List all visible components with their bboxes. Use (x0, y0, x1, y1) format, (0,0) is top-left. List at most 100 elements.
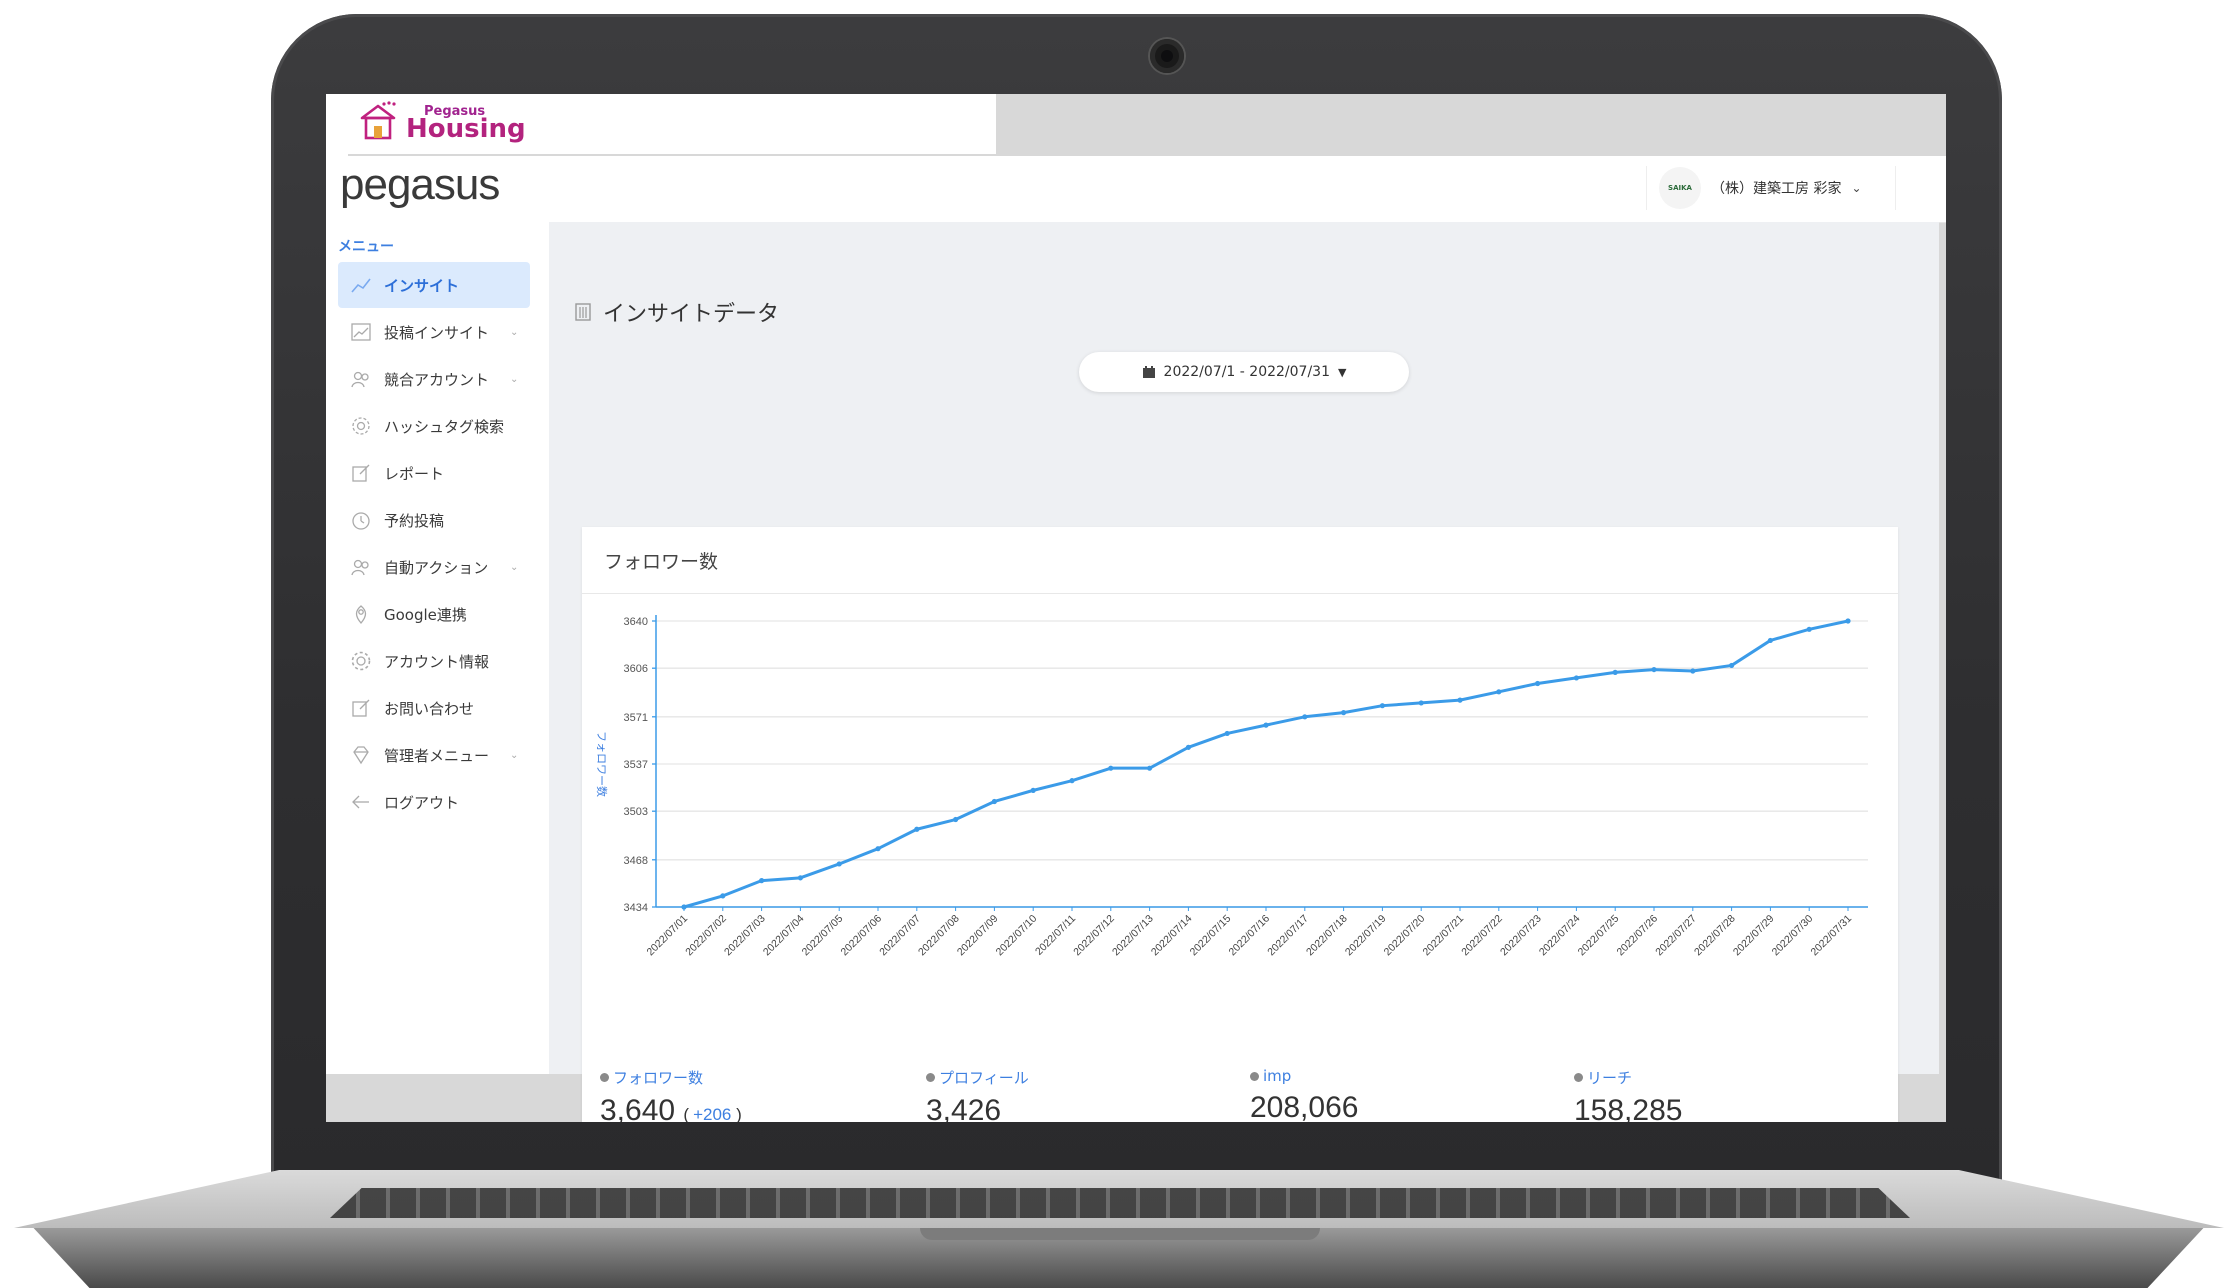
chevron-down-icon: ⌄ (510, 749, 519, 761)
stat-followers: フォロワー数 3,640 (+206 ) (600, 1067, 742, 1122)
sidebar-item-2[interactable]: 競合アカウント ⌄ (338, 356, 530, 402)
stat-followers-delta: +206 (693, 1105, 732, 1122)
sidebar-item-1[interactable]: 投稿インサイト ⌄ (338, 309, 530, 355)
sidebar-item-8[interactable]: アカウント情報 (338, 638, 530, 684)
data-point (1379, 703, 1385, 709)
webcam-icon (1150, 39, 1184, 73)
sidebar-item-label: レポート (384, 464, 445, 483)
calendar-icon (1142, 366, 1155, 378)
date-range-text: 2022/07/1 - 2022/07/31 (1163, 364, 1330, 380)
edit-icon (350, 697, 372, 719)
page-title-text: インサイトデータ (603, 302, 780, 327)
data-point (1573, 675, 1579, 681)
line-chart-icon (350, 274, 372, 296)
sidebar-item-label: 管理者メニュー (384, 746, 490, 765)
sidebar-item-4[interactable]: レポート (338, 450, 530, 496)
data-point (1418, 700, 1424, 706)
stat-imp-value: 208,066 (1250, 1091, 1359, 1122)
chevron-down-icon: ⌄ (510, 326, 519, 338)
account-menu[interactable]: SAIKA （株）建築工房 彩家 ⌄ (1646, 166, 1896, 210)
caret-down-icon: ▼ (1337, 365, 1347, 379)
data-point (1302, 714, 1308, 720)
sidebar-item-11[interactable]: ログアウト (338, 779, 530, 825)
data-point (681, 904, 687, 910)
stat-imp-label: imp (1250, 1067, 1358, 1085)
sidebar-item-0[interactable]: インサイト (338, 262, 530, 308)
laptop-screen: Pegasus Housing pegasus SAIKA （株）建築工房 彩家… (326, 94, 1946, 1122)
data-point (836, 861, 842, 867)
pegasus-housing-logo: Pegasus Housing (346, 94, 996, 154)
x-tick-label: 2022/07/29 (1731, 913, 1777, 959)
x-tick-label: 2022/07/19 (1343, 913, 1389, 959)
data-point (1612, 669, 1618, 675)
data-point (1030, 787, 1036, 793)
chevron-down-icon: ⌄ (1851, 181, 1862, 195)
data-point (720, 893, 726, 899)
y-tick-label: 3503 (624, 806, 648, 818)
stat-reach-label-text: リーチ (1587, 1069, 1633, 1087)
x-tick-label: 2022/07/03 (722, 913, 768, 959)
x-tick-label: 2022/07/13 (1110, 913, 1156, 959)
sidebar-menu: インサイト 投稿インサイト ⌄ 競合アカウント ⌄ ハッシュタグ検索レポート予約投稿 自動ア… (338, 262, 530, 826)
chart-icon (350, 321, 372, 343)
data-point (1845, 618, 1851, 624)
avatar: SAIKA (1659, 167, 1701, 209)
x-tick-label: 2022/07/26 (1614, 913, 1660, 959)
x-tick-label: 2022/07/12 (1071, 913, 1117, 959)
x-tick-label: 2022/07/07 (877, 913, 923, 959)
data-point (953, 816, 959, 823)
info-icon (1250, 1071, 1259, 1081)
x-tick-label: 2022/07/14 (1149, 913, 1195, 959)
laptop-keyboard (330, 1188, 1910, 1218)
x-tick-label: 2022/07/27 (1653, 913, 1699, 959)
sidebar: メニュー インサイト 投稿インサイト ⌄ 競合アカウント ⌄ ハッシュタグ検索 レポート 予約… (326, 222, 549, 1074)
timer-icon (350, 509, 372, 531)
page-title: インサイトデータ (573, 296, 779, 328)
data-point (797, 875, 803, 881)
x-tick-label: 2022/07/09 (955, 913, 1001, 959)
stat-followers-label: フォロワー数 (600, 1067, 742, 1088)
data-point (759, 878, 765, 884)
app-header: pegasus SAIKA （株）建築工房 彩家 ⌄ (326, 156, 1946, 223)
house-logo-icon (360, 101, 396, 140)
y-tick-label: 3434 (624, 902, 648, 914)
stat-imp: imp 208,066 (1250, 1067, 1358, 1122)
x-tick-label: 2022/07/02 (683, 913, 729, 959)
building-icon (575, 303, 591, 321)
users-icon (350, 368, 372, 390)
sidebar-item-label: Google連携 (384, 605, 467, 624)
sidebar-item-3[interactable]: ハッシュタグ検索 (338, 403, 530, 449)
brand-logo[interactable]: pegasus (340, 160, 500, 210)
date-range-picker[interactable]: 2022/07/1 - 2022/07/31 ▼ (1079, 352, 1409, 392)
follower-chart-card: フォロワー数 3434 3468 3503 3537 3571 3606 3640 フォロワー… (582, 527, 1898, 1122)
sidebar-item-6[interactable]: 自動アクション ⌄ (338, 544, 530, 590)
data-point (1535, 680, 1541, 687)
logout-icon (350, 791, 372, 813)
edit-icon (350, 462, 372, 484)
data-point (991, 798, 997, 805)
info-icon (600, 1073, 609, 1082)
x-tick-label: 2022/07/23 (1498, 913, 1544, 959)
data-point (1069, 778, 1075, 784)
x-tick-label: 2022/07/25 (1576, 913, 1622, 959)
data-point (1651, 666, 1657, 673)
stats-row: フォロワー数 3,640 (+206 ) プロフィール 3,426 imp 20… (600, 1067, 1880, 1122)
card-header: フォロワー数 (582, 527, 1898, 594)
data-point (1767, 637, 1773, 644)
stat-followers-value-row: 3,640 (+206 ) (600, 1094, 742, 1122)
sidebar-item-label: お問い合わせ (384, 699, 475, 718)
hashtag-icon (350, 415, 372, 437)
y-tick-label: 3468 (624, 855, 648, 867)
data-point (1496, 689, 1502, 695)
data-point (1729, 662, 1735, 669)
sidebar-item-7[interactable]: Google連携 (338, 591, 530, 637)
stat-reach-value: 158,285 (1574, 1094, 1683, 1122)
x-tick-label: 2022/07/17 (1265, 913, 1311, 959)
sidebar-item-5[interactable]: 予約投稿 (338, 497, 530, 543)
sidebar-item-10[interactable]: 管理者メニュー ⌄ (338, 732, 530, 778)
y-tick-label: 3606 (624, 663, 648, 675)
laptop-notch (920, 1228, 1320, 1240)
sidebar-item-9[interactable]: お問い合わせ (338, 685, 530, 731)
stat-followers-label-text: フォロワー数 (613, 1069, 704, 1087)
delta-close-paren: ) (731, 1105, 742, 1122)
